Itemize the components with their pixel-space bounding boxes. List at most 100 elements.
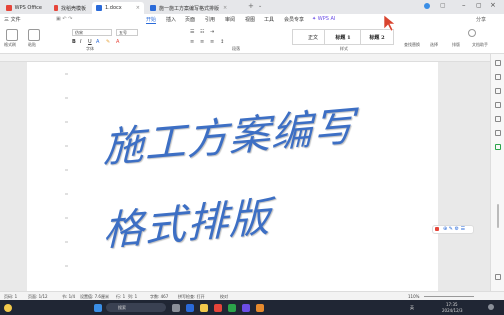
style-heading-1[interactable]: 标题 1 bbox=[324, 29, 362, 45]
font-color-icon[interactable]: A bbox=[116, 39, 119, 45]
menu-item-reference[interactable]: 引用 bbox=[205, 16, 215, 23]
wps-logo-icon bbox=[6, 5, 12, 11]
mouse-cursor-icon bbox=[383, 14, 396, 32]
notification-icon[interactable] bbox=[488, 304, 494, 310]
sidebar-tool-icon[interactable] bbox=[495, 88, 501, 94]
save-icon[interactable]: ▣ ↶ ↷ bbox=[56, 16, 72, 22]
task-view-icon[interactable] bbox=[172, 304, 180, 312]
underline-icon[interactable]: U bbox=[88, 39, 92, 45]
menu-item-page[interactable]: 页面 bbox=[185, 16, 195, 23]
settings-icon[interactable] bbox=[495, 274, 501, 280]
search-icon[interactable] bbox=[468, 29, 476, 37]
tab-label: 施一施工方案编写格式排版 bbox=[159, 5, 220, 12]
window-close-icon[interactable]: × bbox=[490, 1, 496, 9]
group-label-font: 字体 bbox=[86, 46, 94, 51]
sidebar-tool-icon[interactable] bbox=[495, 74, 501, 80]
new-tab-icon[interactable]: + bbox=[248, 2, 254, 10]
indent-icon[interactable]: ⇥ bbox=[210, 29, 214, 35]
tab-document-2[interactable]: 施一施工方案编写格式排版 × bbox=[146, 2, 242, 14]
sidebar-tool-icon[interactable] bbox=[495, 102, 501, 108]
windows-start-icon[interactable] bbox=[94, 304, 102, 312]
select-label[interactable]: 选择 bbox=[430, 42, 438, 48]
wps-ai-button[interactable]: ✦ WPS AI bbox=[312, 16, 335, 22]
layout-icon[interactable]: ▢ bbox=[440, 2, 446, 9]
folder-icon[interactable] bbox=[200, 304, 208, 312]
weather-icon[interactable] bbox=[4, 304, 12, 312]
numbered-list-icon[interactable]: ☷ bbox=[200, 29, 204, 35]
title-bar: WPS Office 找稻壳模板 1.docx × 施一施工方案编写格式排版 ×… bbox=[0, 0, 504, 14]
doc-icon bbox=[150, 5, 156, 11]
ribbon-toolbar: 格式刷 粘贴 仿宋 五号 B I U A ✎ A ☰ ☷ ⇥ ≡ ≡ ≡ ↕ 字… bbox=[0, 25, 504, 54]
align-right-icon[interactable]: ≡ bbox=[210, 39, 214, 45]
wps-icon[interactable] bbox=[435, 227, 439, 231]
format-painter-label: 格式刷 bbox=[4, 42, 16, 47]
floating-toolbar[interactable]: ⊕ ✎ ⚙ ☰ bbox=[432, 225, 474, 234]
minimize-icon[interactable]: – bbox=[462, 1, 466, 9]
edge-icon[interactable] bbox=[186, 304, 194, 312]
format-painter-icon[interactable] bbox=[6, 29, 18, 41]
sidebar-tool-icon[interactable] bbox=[495, 60, 501, 66]
zoom-slider[interactable] bbox=[424, 296, 474, 297]
file-menu[interactable]: 三 文件 bbox=[4, 16, 21, 23]
document-page[interactable] bbox=[27, 62, 438, 291]
menu-item-member[interactable]: 会员专享 bbox=[284, 16, 304, 23]
close-icon[interactable]: × bbox=[223, 5, 227, 11]
chevron-down-icon[interactable]: ⌄ bbox=[258, 3, 262, 9]
maximize-icon[interactable]: ▢ bbox=[476, 2, 482, 9]
tab-document-1[interactable]: 1.docx × bbox=[92, 2, 144, 14]
avatar[interactable] bbox=[424, 3, 430, 9]
tab-label: 1.docx bbox=[105, 5, 122, 11]
wps-ai-label: WPS AI bbox=[317, 16, 336, 22]
scrollbar[interactable] bbox=[497, 204, 499, 228]
clock-date[interactable]: 2024/12/3 bbox=[442, 308, 463, 313]
doc-assistant-label[interactable]: 文档助手 bbox=[472, 42, 488, 48]
sidebar-tool-icon[interactable] bbox=[495, 144, 501, 150]
group-label-styles: 样式 bbox=[340, 46, 348, 51]
tab-templates[interactable]: 找稻壳模板 bbox=[50, 2, 90, 14]
bold-icon[interactable]: B bbox=[72, 39, 76, 45]
close-icon[interactable]: × bbox=[136, 5, 140, 11]
wps-taskbar-icon[interactable] bbox=[214, 304, 222, 312]
taskbar: 搜索 英 17:35 2024/12/3 bbox=[0, 300, 504, 315]
app-icon[interactable] bbox=[256, 304, 264, 312]
ime-indicator[interactable]: 英 bbox=[410, 305, 414, 311]
menu-item-tools[interactable]: 工具 bbox=[264, 16, 274, 23]
tab-label: 找稻壳模板 bbox=[60, 5, 86, 12]
layout-label[interactable]: 排版 bbox=[452, 42, 460, 48]
highlight-icon[interactable]: ✎ bbox=[106, 39, 110, 45]
menu-item-view[interactable]: 视图 bbox=[245, 16, 255, 23]
menu-bar: 三 文件 ▣ ↶ ↷ 开始 插入 页面 引用 审阅 视图 工具 会员专享 ✦ W… bbox=[0, 14, 504, 25]
font-name-select[interactable]: 仿宋 bbox=[72, 29, 112, 36]
tab-label: WPS Office bbox=[14, 5, 42, 11]
clock-time[interactable]: 17:35 bbox=[446, 302, 458, 307]
ruler[interactable] bbox=[0, 54, 490, 62]
align-center-icon[interactable]: ≡ bbox=[200, 39, 204, 45]
paste-label: 粘贴 bbox=[28, 42, 36, 47]
sidebar-tool-icon[interactable] bbox=[495, 116, 501, 122]
align-left-icon[interactable]: ≡ bbox=[190, 39, 194, 45]
italic-icon[interactable]: I bbox=[80, 39, 81, 45]
app-icon[interactable] bbox=[228, 304, 236, 312]
tab-wps-office[interactable]: WPS Office bbox=[2, 2, 46, 14]
group-label-paragraph: 段落 bbox=[232, 46, 240, 51]
font-size-select[interactable]: 五号 bbox=[116, 29, 138, 36]
find-replace-label[interactable]: 查找替换 bbox=[404, 42, 420, 48]
search-placeholder: 搜索 bbox=[118, 305, 126, 310]
zoom-level[interactable]: 110% bbox=[408, 294, 419, 299]
menu-item-insert[interactable]: 插入 bbox=[166, 16, 176, 23]
template-icon bbox=[54, 5, 58, 11]
bullet-list-icon[interactable]: ☰ bbox=[190, 29, 194, 35]
right-sidebar bbox=[490, 54, 504, 291]
text-color-icon[interactable]: A bbox=[96, 39, 99, 45]
sidebar-tool-icon[interactable] bbox=[495, 130, 501, 136]
menu-item-home[interactable]: 开始 bbox=[146, 16, 157, 24]
app-icon[interactable] bbox=[242, 304, 250, 312]
line-markers bbox=[65, 73, 68, 267]
line-spacing-icon[interactable]: ↕ bbox=[220, 39, 224, 45]
menu-item-review[interactable]: 审阅 bbox=[225, 16, 235, 23]
doc-icon bbox=[96, 5, 102, 11]
paste-icon[interactable] bbox=[28, 29, 40, 41]
search-box[interactable]: 搜索 bbox=[106, 303, 166, 312]
toolbar-icons[interactable]: ⊕ ✎ ⚙ ☰ bbox=[443, 226, 465, 232]
share-button[interactable]: 分享 bbox=[476, 16, 486, 23]
